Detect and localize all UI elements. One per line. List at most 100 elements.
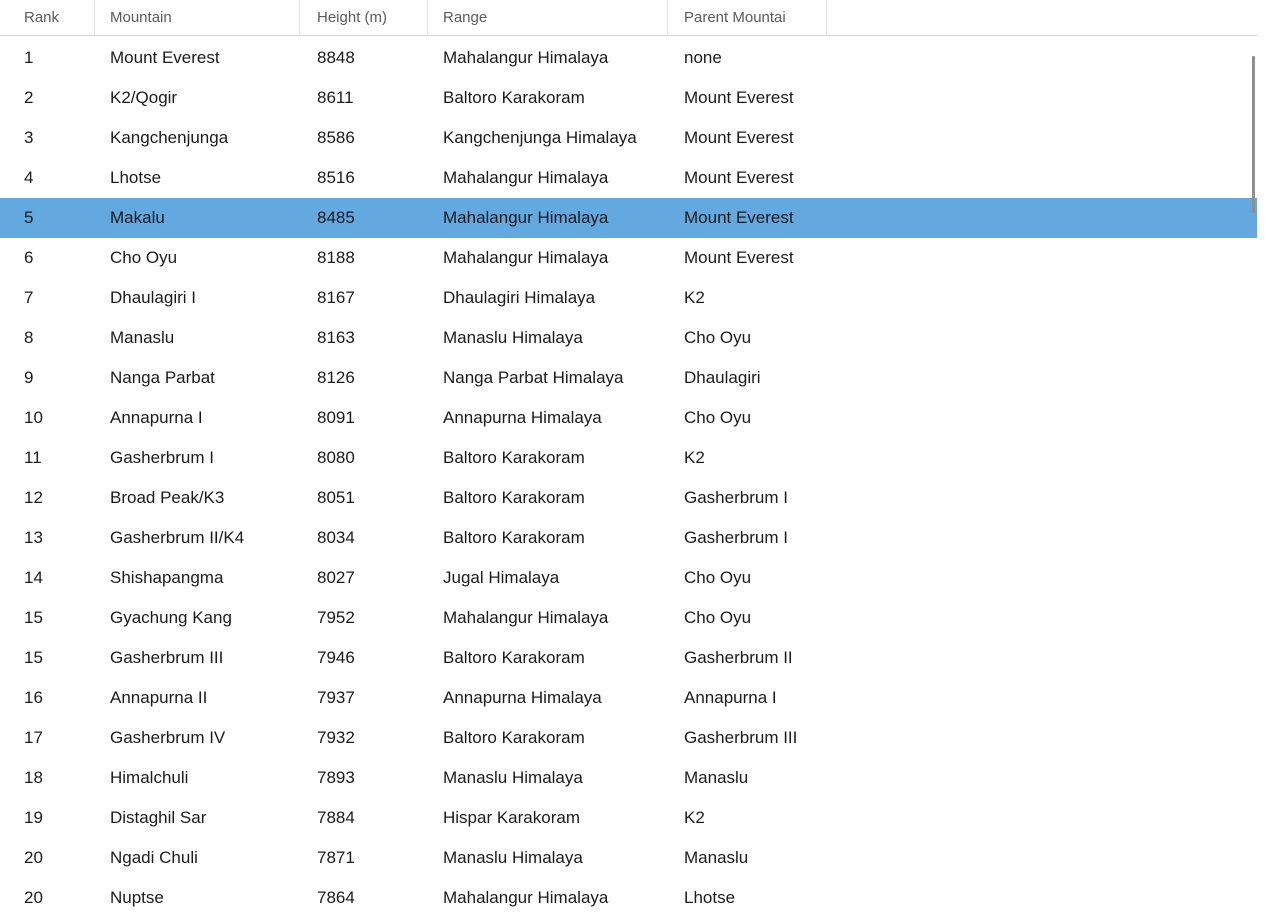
table-row[interactable]: 19Distaghil Sar7884Hispar KarakoramK2 <box>0 798 1257 838</box>
column-header-mountain[interactable]: Mountain <box>95 0 300 35</box>
cell-mountain: Shishapangma <box>95 558 300 598</box>
cell-parent: K2 <box>668 798 827 838</box>
table-row[interactable]: 2K2/Qogir8611Baltoro KarakoramMount Ever… <box>0 78 1257 118</box>
cell-rank: 19 <box>0 798 95 838</box>
cell-range: Mahalangur Himalaya <box>428 238 668 278</box>
cell-mountain: Gasherbrum IV <box>95 718 300 758</box>
cell-rank: 11 <box>0 438 95 478</box>
cell-mountain: Nuptse <box>95 878 300 915</box>
column-header-label: Height (m) <box>317 9 387 26</box>
table-header-row: Rank Mountain Height (m) Range Parent Mo… <box>0 0 1257 36</box>
column-header-label: Rank <box>24 9 59 26</box>
cell-parent: Cho Oyu <box>668 598 827 638</box>
cell-parent: Dhaulagiri <box>668 358 827 398</box>
cell-height: 8080 <box>300 438 428 478</box>
table-row[interactable]: 7Dhaulagiri I8167Dhaulagiri HimalayaK2 <box>0 278 1257 318</box>
cell-height: 7871 <box>300 838 428 878</box>
cell-rank: 6 <box>0 238 95 278</box>
cell-range: Baltoro Karakoram <box>428 478 668 518</box>
column-header-filler <box>827 0 1257 35</box>
table-row[interactable]: 9Nanga Parbat8126Nanga Parbat HimalayaDh… <box>0 358 1257 398</box>
cell-range: Kangchenjunga Himalaya <box>428 118 668 158</box>
cell-rank: 12 <box>0 478 95 518</box>
table-row[interactable]: 18Himalchuli7893Manaslu HimalayaManaslu <box>0 758 1257 798</box>
table-row[interactable]: 16Annapurna II7937Annapurna HimalayaAnna… <box>0 678 1257 718</box>
cell-rank: 9 <box>0 358 95 398</box>
cell-mountain: Cho Oyu <box>95 238 300 278</box>
cell-rank: 15 <box>0 638 95 678</box>
table-row[interactable]: 20Ngadi Chuli7871Manaslu HimalayaManaslu <box>0 838 1257 878</box>
table-row[interactable]: 14Shishapangma8027Jugal HimalayaCho Oyu <box>0 558 1257 598</box>
table-row[interactable]: 8Manaslu8163Manaslu HimalayaCho Oyu <box>0 318 1257 358</box>
column-header-rank[interactable]: Rank <box>0 0 95 35</box>
table-row[interactable]: 1Mount Everest8848Mahalangur Himalayanon… <box>0 38 1257 78</box>
cell-range: Mahalangur Himalaya <box>428 878 668 915</box>
cell-rank: 13 <box>0 518 95 558</box>
cell-height: 8586 <box>300 118 428 158</box>
cell-range: Baltoro Karakoram <box>428 78 668 118</box>
cell-height: 8516 <box>300 158 428 198</box>
cell-height: 7884 <box>300 798 428 838</box>
cell-mountain: Makalu <box>95 198 300 238</box>
cell-parent: Gasherbrum III <box>668 718 827 758</box>
cell-mountain: Distaghil Sar <box>95 798 300 838</box>
column-header-parent[interactable]: Parent Mountai <box>668 0 827 35</box>
table-row-selected[interactable]: 5Makalu8485Mahalangur HimalayaMount Ever… <box>0 198 1257 238</box>
cell-range: Manaslu Himalaya <box>428 318 668 358</box>
vertical-scrollbar-thumb[interactable] <box>1252 56 1255 213</box>
table-row[interactable]: 4Lhotse8516Mahalangur HimalayaMount Ever… <box>0 158 1257 198</box>
cell-rank: 7 <box>0 278 95 318</box>
table-row[interactable]: 15Gasherbrum III7946Baltoro KarakoramGas… <box>0 638 1257 678</box>
cell-mountain: Gasherbrum III <box>95 638 300 678</box>
cell-rank: 2 <box>0 78 95 118</box>
table-row[interactable]: 11Gasherbrum I8080Baltoro KarakoramK2 <box>0 438 1257 478</box>
column-header-height[interactable]: Height (m) <box>300 0 428 35</box>
table-row[interactable]: 12Broad Peak/K38051Baltoro KarakoramGash… <box>0 478 1257 518</box>
cell-height: 8188 <box>300 238 428 278</box>
cell-rank: 5 <box>0 198 95 238</box>
cell-range: Jugal Himalaya <box>428 558 668 598</box>
cell-mountain: Manaslu <box>95 318 300 358</box>
cell-rank: 8 <box>0 318 95 358</box>
table-body: 1Mount Everest8848Mahalangur Himalayanon… <box>0 38 1265 915</box>
cell-rank: 14 <box>0 558 95 598</box>
table-row[interactable]: 3Kangchenjunga8586Kangchenjunga Himalaya… <box>0 118 1257 158</box>
cell-rank: 16 <box>0 678 95 718</box>
table-row[interactable]: 17Gasherbrum IV7932Baltoro KarakoramGash… <box>0 718 1257 758</box>
cell-parent: Cho Oyu <box>668 318 827 358</box>
cell-range: Mahalangur Himalaya <box>428 198 668 238</box>
cell-mountain: Broad Peak/K3 <box>95 478 300 518</box>
cell-parent: Mount Everest <box>668 238 827 278</box>
cell-parent: Gasherbrum I <box>668 518 827 558</box>
cell-range: Mahalangur Himalaya <box>428 598 668 638</box>
table-row[interactable]: 15Gyachung Kang7952Mahalangur HimalayaCh… <box>0 598 1257 638</box>
column-header-range[interactable]: Range <box>428 0 668 35</box>
cell-parent: Cho Oyu <box>668 558 827 598</box>
cell-mountain: Himalchuli <box>95 758 300 798</box>
cell-range: Baltoro Karakoram <box>428 518 668 558</box>
cell-rank: 18 <box>0 758 95 798</box>
cell-height: 8167 <box>300 278 428 318</box>
cell-height: 7952 <box>300 598 428 638</box>
cell-range: Mahalangur Himalaya <box>428 158 668 198</box>
cell-mountain: Dhaulagiri I <box>95 278 300 318</box>
cell-mountain: Lhotse <box>95 158 300 198</box>
cell-range: Dhaulagiri Himalaya <box>428 278 668 318</box>
table-row[interactable]: 13Gasherbrum II/K48034Baltoro KarakoramG… <box>0 518 1257 558</box>
cell-rank: 4 <box>0 158 95 198</box>
table-row[interactable]: 6Cho Oyu8188Mahalangur HimalayaMount Eve… <box>0 238 1257 278</box>
cell-rank: 3 <box>0 118 95 158</box>
table-row[interactable]: 20Nuptse7864Mahalangur HimalayaLhotse <box>0 878 1257 915</box>
cell-mountain: Mount Everest <box>95 38 300 78</box>
cell-height: 7893 <box>300 758 428 798</box>
cell-range: Baltoro Karakoram <box>428 438 668 478</box>
cell-rank: 20 <box>0 838 95 878</box>
cell-height: 8848 <box>300 38 428 78</box>
column-header-label: Mountain <box>110 9 172 26</box>
cell-range: Baltoro Karakoram <box>428 718 668 758</box>
cell-height: 8027 <box>300 558 428 598</box>
cell-range: Nanga Parbat Himalaya <box>428 358 668 398</box>
table-row[interactable]: 10Annapurna I8091Annapurna HimalayaCho O… <box>0 398 1257 438</box>
cell-range: Annapurna Himalaya <box>428 398 668 438</box>
cell-mountain: Gasherbrum I <box>95 438 300 478</box>
